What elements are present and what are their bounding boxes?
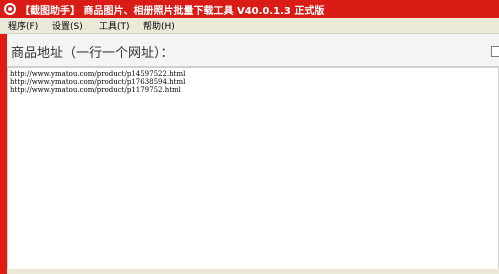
option-checkbox[interactable] (491, 46, 499, 57)
menu-settings[interactable]: 设置(S) (52, 19, 83, 32)
url-label: 商品地址（一行一个网址）： (11, 46, 174, 61)
menu-help[interactable]: 帮助(H) (143, 19, 175, 32)
main-panel: 商品地址（一行一个网址）： http://www.ymatou.com/prod… (0, 34, 499, 274)
horizontal-scrollbar[interactable] (7, 269, 499, 274)
app-logo-icon (4, 3, 16, 15)
window-title: 【截图助手】 商品图片、相册照片批量下载工具 V40.0.1.3 正式版 (20, 6, 325, 17)
url-line: http://www.ymatou.com/product/p14597522.… (10, 70, 186, 78)
title-bar: 【截图助手】 商品图片、相册照片批量下载工具 V40.0.1.3 正式版 (0, 0, 499, 18)
url-line: http://www.ymatou.com/product/p1179752.h… (10, 86, 181, 94)
url-line: http://www.ymatou.com/product/p17638594.… (10, 78, 186, 86)
url-label-area: 商品地址（一行一个网址）： (7, 34, 499, 67)
menu-bar: 程序(F) 设置(S) 工具(T) 帮助(H) (0, 18, 499, 34)
menu-program[interactable]: 程序(F) (8, 19, 38, 32)
left-accent-bar (0, 34, 7, 274)
menu-tools[interactable]: 工具(T) (99, 19, 130, 32)
url-textarea[interactable]: http://www.ymatou.com/product/p14597522.… (7, 67, 499, 274)
